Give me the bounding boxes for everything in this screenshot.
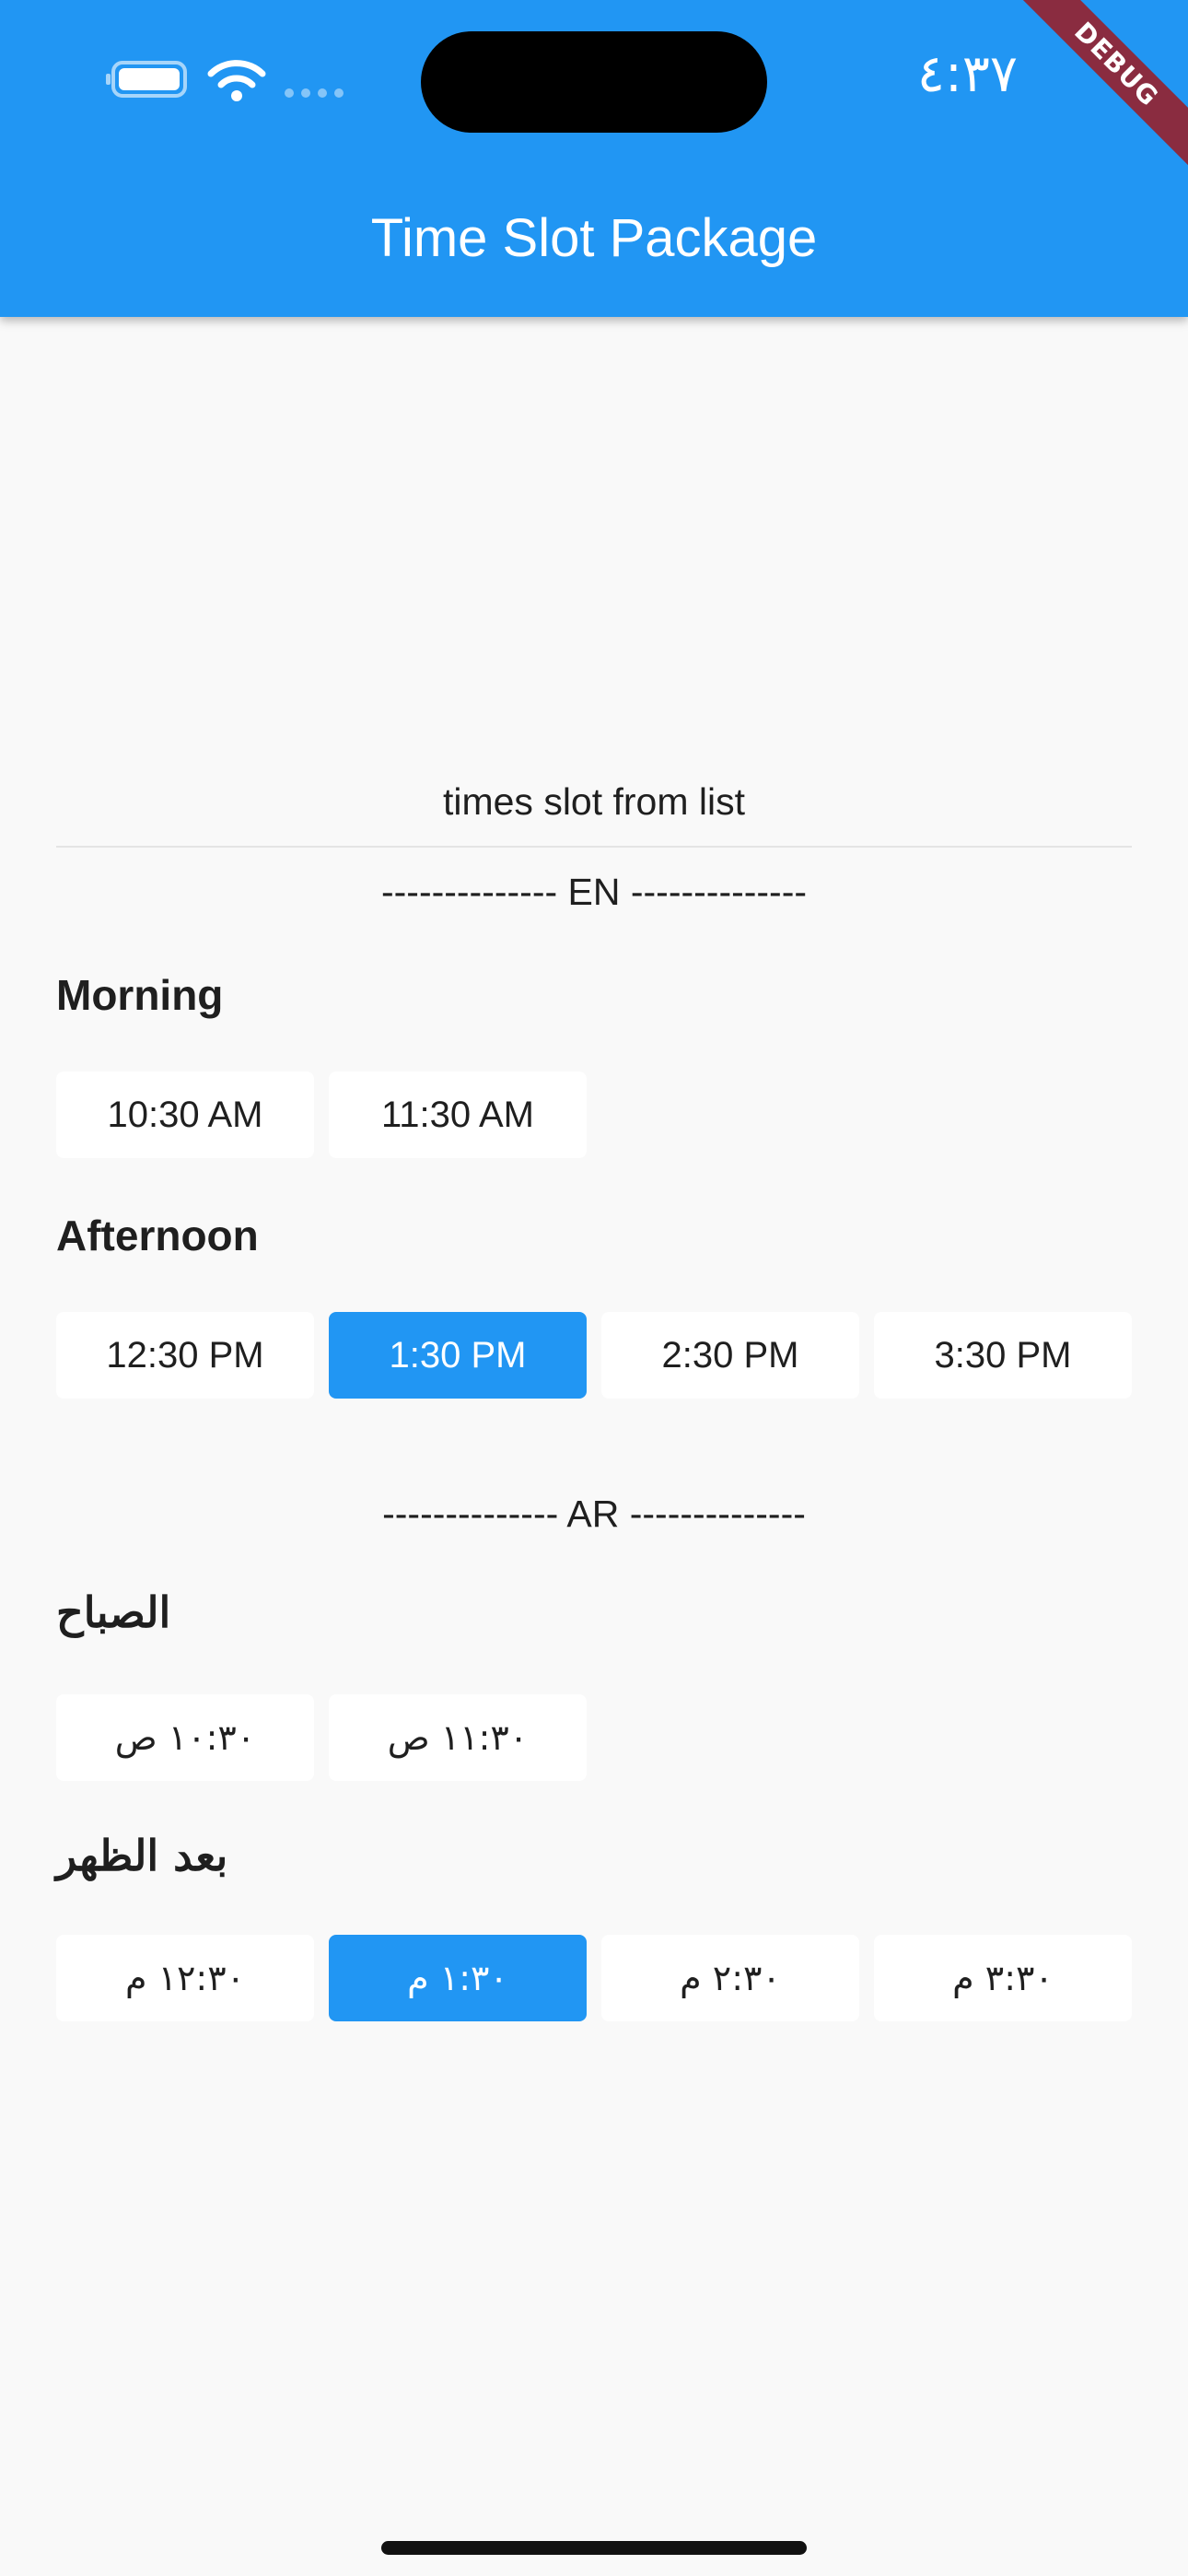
slot-row-afternoon: 12:30 PM 1:30 PM 2:30 PM 3:30 PM xyxy=(56,1312,1132,1399)
time-slot-selected[interactable]: ١:٣٠ م xyxy=(329,1935,587,2021)
locale-separator-en: -------------- EN -------------- xyxy=(380,871,808,913)
dynamic-island xyxy=(421,31,767,133)
slot-row-morning: 10:30 AM 11:30 AM xyxy=(56,1071,587,1158)
slot-row-afternoon-ar: ١٢:٣٠ م ١:٣٠ م ٢:٣٠ م ٣:٣٠ م xyxy=(56,1935,1132,2021)
group-title-afternoon: Afternoon xyxy=(56,1212,259,1259)
group-title-morning-ar: الصباح xyxy=(56,1587,171,1637)
time-slot[interactable]: ١٠:٣٠ ص xyxy=(56,1694,314,1781)
wifi-icon xyxy=(207,60,266,101)
battery-icon xyxy=(106,61,187,98)
time-slot-selected[interactable]: 1:30 PM xyxy=(329,1312,587,1399)
time-slot[interactable]: 3:30 PM xyxy=(874,1312,1132,1399)
section-caption: times slot from list xyxy=(442,780,746,823)
page-title: Time Slot Package xyxy=(370,208,818,268)
locale-separator-ar: -------------- AR -------------- xyxy=(382,1493,806,1535)
status-time: ٤:٣٧ xyxy=(916,44,1018,104)
group-title-morning: Morning xyxy=(56,971,224,1019)
time-slot[interactable]: ١٢:٣٠ م xyxy=(56,1935,314,2021)
time-slot[interactable]: 11:30 AM xyxy=(329,1071,587,1158)
home-indicator[interactable] xyxy=(381,2541,807,2555)
time-slot[interactable]: 12:30 PM xyxy=(56,1312,314,1399)
slot-row-morning-ar: ١٠:٣٠ ص ١١:٣٠ ص xyxy=(56,1694,587,1781)
cellular-signal-icon xyxy=(285,88,344,98)
time-slot[interactable]: ١١:٣٠ ص xyxy=(329,1694,587,1781)
app-bar: ٤:٣٧ Time Slot Package xyxy=(0,0,1188,317)
divider xyxy=(56,846,1132,848)
group-title-afternoon-ar: بعد الظهر xyxy=(56,1831,228,1880)
time-slot[interactable]: ٣:٣٠ م xyxy=(874,1935,1132,2021)
time-slot[interactable]: ٢:٣٠ م xyxy=(601,1935,859,2021)
time-slot[interactable]: 2:30 PM xyxy=(601,1312,859,1399)
time-slot[interactable]: 10:30 AM xyxy=(56,1071,314,1158)
